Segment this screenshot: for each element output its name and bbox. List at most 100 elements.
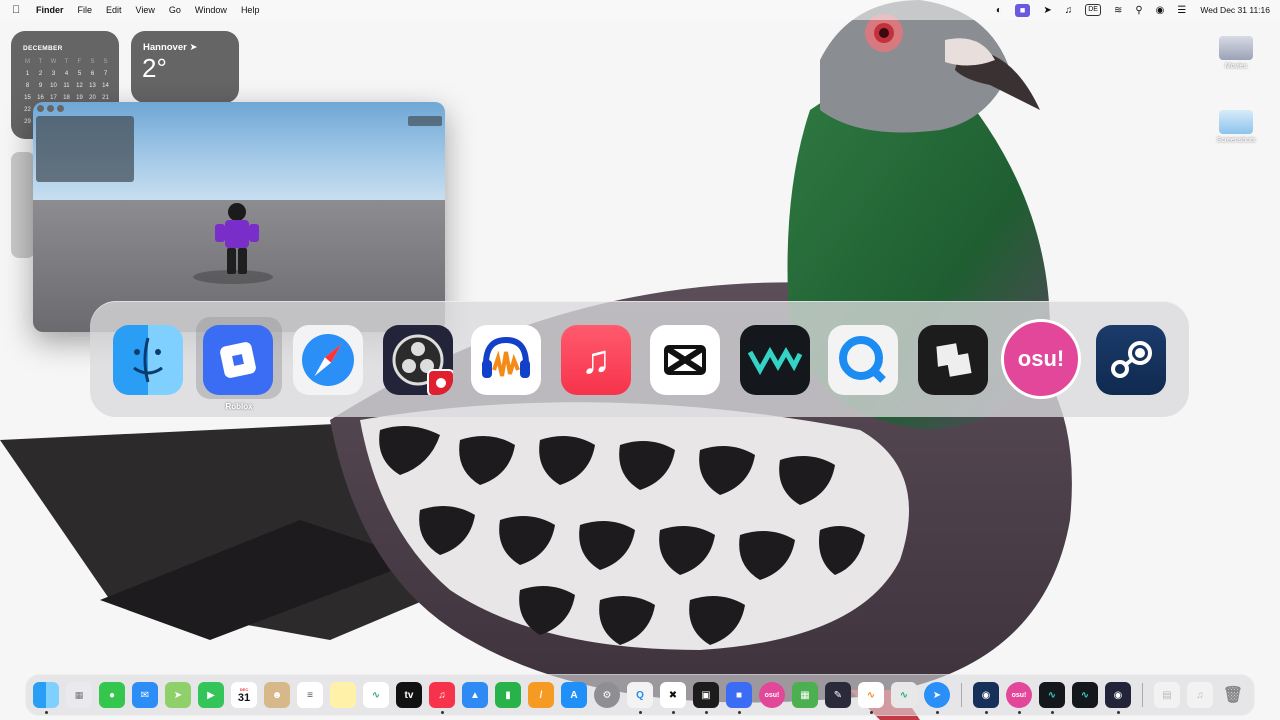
appletv-icon[interactable]: tv — [396, 682, 422, 708]
rocket-icon[interactable]: ➤ — [1043, 5, 1051, 16]
location-arrow-icon: ➤ — [189, 42, 198, 53]
roblox-icon[interactable]: ■ — [726, 682, 752, 708]
wifi-icon[interactable]: ≋ — [1114, 5, 1122, 16]
spotlight-search-icon[interactable]: ⚲ — [1135, 5, 1142, 16]
vm-icon[interactable]: ∿ — [1039, 682, 1065, 708]
menu-help[interactable]: Help — [241, 5, 260, 15]
dock-separator — [1142, 683, 1143, 707]
roblox-avatar — [215, 203, 259, 274]
mail-icon[interactable]: ✉ — [132, 682, 158, 708]
audacity-icon[interactable]: ∿ — [858, 682, 884, 708]
calendar-icon[interactable]: DEC 31 — [231, 682, 257, 708]
roblox-studio-icon[interactable]: ▣ — [693, 682, 719, 708]
activity-icon[interactable]: ∿ — [891, 682, 917, 708]
facetime-icon[interactable]: ▶ — [198, 682, 224, 708]
menu-go[interactable]: Go — [169, 5, 181, 15]
switcher-obs-icon[interactable] — [383, 325, 453, 395]
reminders-icon[interactable]: ≡ — [297, 682, 323, 708]
maps-icon[interactable]: ➤ — [165, 682, 191, 708]
menu-window[interactable]: Window — [195, 5, 227, 15]
trash-icon[interactable]: 🗑 — [1220, 682, 1246, 708]
switcher-finder-icon[interactable] — [113, 325, 183, 395]
running-indicator — [1051, 711, 1054, 714]
weather-widget[interactable]: Hannover ➤ 2° — [131, 31, 239, 103]
switcher-steam-icon[interactable] — [1096, 325, 1166, 395]
keynote-icon[interactable]: ▲ — [462, 682, 488, 708]
running-indicator — [738, 711, 741, 714]
pages-icon[interactable]: / — [528, 682, 554, 708]
finder-icon[interactable] — [33, 682, 59, 708]
weather-temperature: 2° — [142, 53, 167, 83]
switcher-roblox-icon[interactable] — [203, 325, 273, 395]
running-indicator — [705, 711, 708, 714]
app-menu-finder[interactable]: Finder — [36, 5, 64, 15]
folder-icon — [1219, 110, 1253, 134]
window-controls — [37, 105, 67, 112]
roblox-game-window[interactable] — [33, 102, 445, 332]
switcher-capcut-icon[interactable] — [650, 325, 720, 395]
music-file-icon[interactable]: ♫ — [1187, 682, 1213, 708]
switcher-vm-icon[interactable] — [740, 325, 810, 395]
dock-separator — [961, 683, 962, 707]
obs-icon[interactable]: ◉ — [1105, 682, 1131, 708]
control-center-icon[interactable]: ☰ — [1177, 5, 1186, 16]
capcut-icon[interactable]: ✖ — [660, 682, 686, 708]
switcher-selected-label: Roblox — [225, 402, 253, 411]
document-icon[interactable]: ▤ — [1154, 682, 1180, 708]
running-indicator — [639, 711, 642, 714]
close-button[interactable] — [37, 105, 44, 112]
launchpad-icon[interactable]: ▦ — [66, 682, 92, 708]
menu-edit[interactable]: Edit — [106, 5, 122, 15]
music-icon[interactable]: ♫ — [429, 682, 455, 708]
apple-menu-icon[interactable]:  — [12, 4, 26, 16]
zoom-button[interactable] — [57, 105, 64, 112]
obs-status-icon[interactable]: ◐ — [996, 5, 1002, 16]
pen-icon[interactable]: ✎ — [825, 682, 851, 708]
menu-bar:  Finder File Edit View Go Window Help ◐… — [0, 0, 1280, 20]
messages-icon[interactable]: ● — [99, 682, 125, 708]
quicktime-icon[interactable]: Q — [627, 682, 653, 708]
menu-view[interactable]: View — [136, 5, 155, 15]
photo-widget[interactable] — [11, 152, 35, 258]
vm2-icon[interactable]: ∿ — [1072, 682, 1098, 708]
switcher-music-icon[interactable]: ♫ — [561, 325, 631, 395]
headphones-icon[interactable]: ♫ — [1065, 5, 1073, 16]
running-indicator — [672, 711, 675, 714]
status-area: ◐ ■ ➤ ♫ DE ≋ ⚲ ◉ ☰ Wed Dec 31 11:16 — [983, 0, 1270, 20]
keyboard-layout-indicator[interactable]: DE — [1085, 4, 1101, 16]
minimize-button[interactable] — [47, 105, 54, 112]
running-indicator — [985, 711, 988, 714]
running-indicator — [1018, 711, 1021, 714]
running-indicator — [1117, 711, 1120, 714]
freeform-icon[interactable]: ∿ — [363, 682, 389, 708]
screen-recording-icon[interactable]: ■ — [1014, 3, 1031, 17]
switcher-osu-icon[interactable]: osu! — [1001, 319, 1081, 399]
appstore-icon[interactable]: A — [561, 682, 587, 708]
switcher-roblox-studio-icon[interactable] — [918, 325, 988, 395]
menu-clock[interactable]: Wed Dec 31 11:16 — [1200, 5, 1270, 15]
switcher-audacity-icon[interactable] — [471, 325, 541, 395]
game-chat-panel[interactable] — [36, 116, 134, 182]
game-menu-button[interactable] — [408, 116, 442, 126]
switcher-quicktime-icon[interactable] — [828, 325, 898, 395]
running-indicator — [936, 711, 939, 714]
running-indicator — [441, 711, 444, 714]
numbers-icon[interactable]: ▮ — [495, 682, 521, 708]
minecraft-icon[interactable]: ▦ — [792, 682, 818, 708]
running-indicator — [870, 711, 873, 714]
siri-icon[interactable]: ◉ — [1156, 5, 1165, 16]
contacts-icon[interactable]: ☻ — [264, 682, 290, 708]
switcher-safari-icon[interactable] — [293, 325, 363, 395]
desktop-folder-movies[interactable]: Movies — [1206, 36, 1266, 70]
running-indicator — [45, 711, 48, 714]
settings-icon[interactable]: ⚙ — [594, 682, 620, 708]
steam-icon[interactable]: ◉ — [973, 682, 999, 708]
dock: ▦ ● ✉ ➤ ▶ DEC 31 ☻ ≡ ∿ tv ♫ ▲ ▮ / A ⚙ Q ✖… — [25, 674, 1255, 716]
notes-icon[interactable] — [330, 682, 356, 708]
osu-recent-icon[interactable]: osu! — [1006, 682, 1032, 708]
desktop-folder-screenshots[interactable]: Screenshots — [1206, 110, 1266, 144]
menu-file[interactable]: File — [78, 5, 93, 15]
osu-icon[interactable]: osu! — [759, 682, 785, 708]
folder-icon — [1219, 36, 1253, 60]
safari-icon[interactable]: ➤ — [924, 682, 950, 708]
